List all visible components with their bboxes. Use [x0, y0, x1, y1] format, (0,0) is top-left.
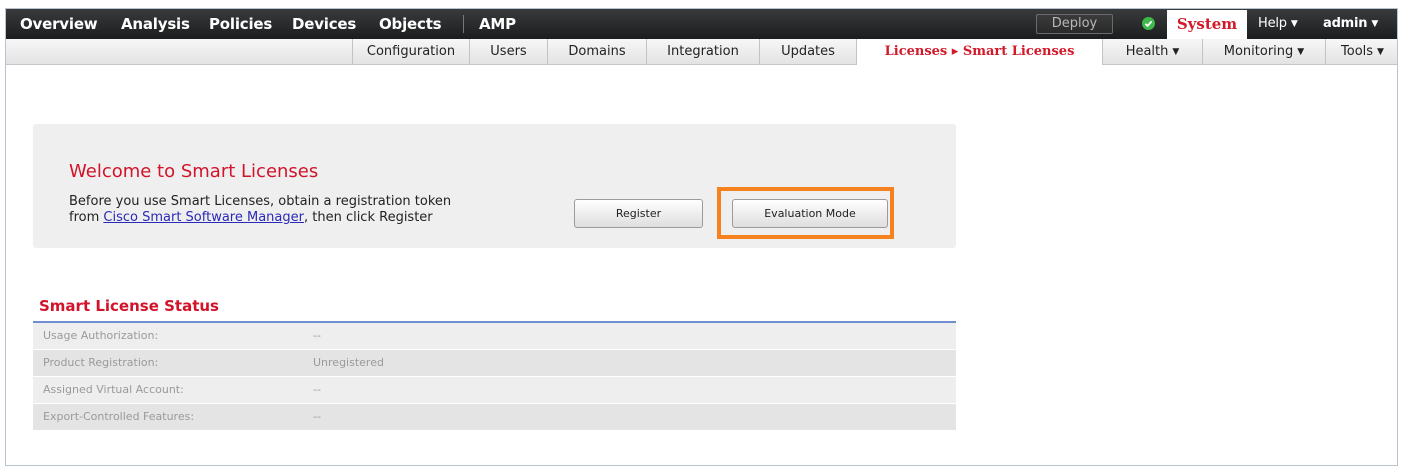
welcome-title: Welcome to Smart Licenses — [69, 161, 319, 182]
welcome-line-2-prefix: from — [69, 210, 104, 225]
register-button[interactable]: Register — [574, 199, 703, 228]
tab-configuration[interactable]: Configuration — [352, 39, 469, 64]
status-row-export-controlled-features: Export-Controlled Features: -- — [33, 404, 956, 431]
nav-system-tab[interactable]: System — [1167, 10, 1247, 39]
nav-admin[interactable]: admin ▼ — [1323, 9, 1378, 39]
welcome-description: Before you use Smart Licenses, obtain a … — [69, 194, 451, 226]
nav-devices[interactable]: Devices — [292, 9, 356, 39]
tab-updates[interactable]: Updates — [759, 39, 856, 64]
nav-overview[interactable]: Overview — [20, 9, 98, 39]
check-circle-icon — [1142, 17, 1155, 30]
welcome-line-2: from Cisco Smart Software Manager, then … — [69, 210, 451, 226]
chevron-down-icon: ▼ — [1172, 47, 1180, 57]
welcome-line-1: Before you use Smart Licenses, obtain a … — [69, 194, 452, 209]
chevron-down-icon: ▼ — [1297, 47, 1305, 57]
status-label: Export-Controlled Features: — [43, 410, 195, 423]
chevron-down-icon: ▼ — [1371, 19, 1379, 29]
status-value: Unregistered — [313, 356, 384, 369]
tab-domains[interactable]: Domains — [547, 39, 646, 64]
tab-integration[interactable]: Integration — [646, 39, 759, 64]
status-row-product-registration: Product Registration: Unregistered — [33, 350, 956, 377]
top-nav: Overview Analysis Policies Devices Objec… — [6, 9, 1397, 39]
tab-monitoring[interactable]: Monitoring ▼ — [1202, 39, 1325, 64]
nav-help[interactable]: Help ▼ — [1258, 9, 1298, 39]
deploy-button[interactable]: Deploy — [1036, 14, 1113, 34]
evaluation-mode-button[interactable]: Evaluation Mode — [732, 199, 888, 228]
chevron-down-icon: ▼ — [1377, 47, 1384, 57]
monitoring-label: Monitoring — [1223, 44, 1294, 59]
help-label: Help — [1258, 16, 1287, 31]
nav-objects[interactable]: Objects — [379, 9, 442, 39]
app-window: Overview Analysis Policies Devices Objec… — [5, 8, 1398, 466]
nav-policies[interactable]: Policies — [209, 9, 272, 39]
smart-license-status-table: Usage Authorization: -- Product Registra… — [33, 323, 956, 431]
status-value: -- — [313, 329, 321, 342]
smart-license-status-title: Smart License Status — [39, 297, 219, 315]
tab-health[interactable]: Health ▼ — [1102, 39, 1202, 64]
status-value: -- — [313, 410, 321, 423]
welcome-line-2-suffix: , then click Register — [303, 210, 433, 225]
nav-analysis[interactable]: Analysis — [121, 9, 190, 39]
nav-amp[interactable]: AMP — [479, 9, 516, 39]
tab-tools[interactable]: Tools ▼ — [1325, 39, 1397, 64]
status-value: -- — [313, 383, 321, 396]
welcome-panel: Welcome to Smart Licenses Before you use… — [33, 124, 956, 248]
smart-software-manager-link[interactable]: Cisco Smart Software Manager — [103, 210, 304, 225]
status-label: Product Registration: — [43, 356, 159, 369]
status-label: Usage Authorization: — [43, 329, 159, 342]
admin-label: admin — [1323, 16, 1368, 31]
sub-nav: Configuration Users Domains Integration … — [6, 39, 1397, 65]
tools-label: Tools — [1341, 44, 1374, 59]
status-label: Assigned Virtual Account: — [43, 383, 184, 396]
status-row-assigned-virtual-account: Assigned Virtual Account: -- — [33, 377, 956, 404]
status-row-usage-authorization: Usage Authorization: -- — [33, 323, 956, 350]
nav-divider — [463, 15, 464, 33]
tab-users[interactable]: Users — [469, 39, 547, 64]
health-label: Health — [1125, 44, 1169, 59]
tab-licenses-smart-licenses[interactable]: Licenses ▸ Smart Licenses — [856, 39, 1102, 65]
chevron-down-icon: ▼ — [1290, 19, 1298, 29]
